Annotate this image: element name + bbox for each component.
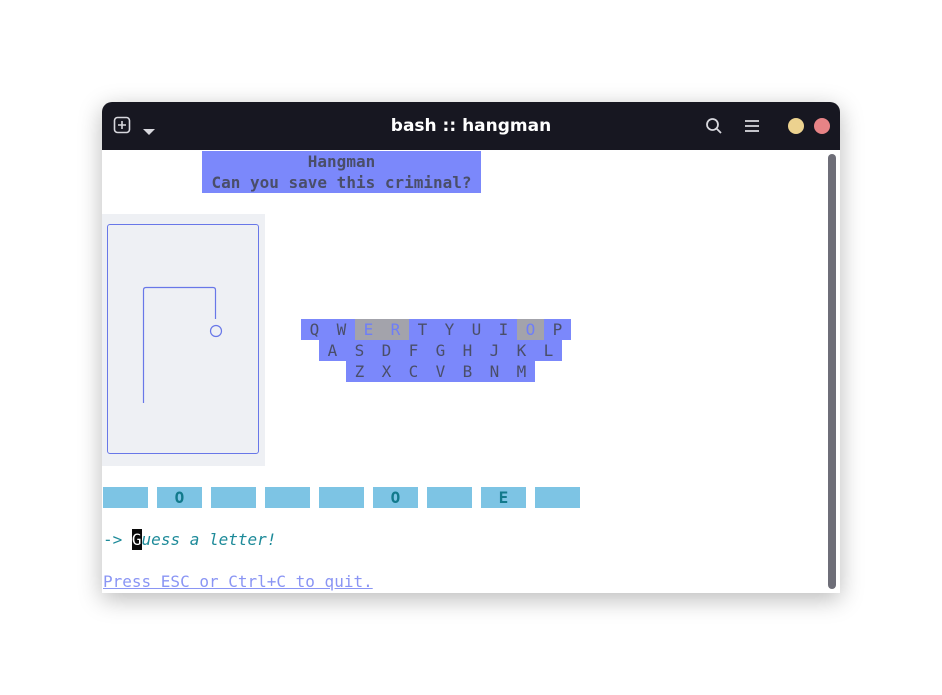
text-cursor: G — [131, 529, 142, 550]
letter-slot — [211, 487, 256, 508]
key-t[interactable]: T — [409, 319, 436, 340]
key-a[interactable]: A — [319, 340, 346, 361]
letter-slot — [103, 487, 148, 508]
terminal-content[interactable]: Hangman Can you save this criminal? QWER… — [102, 150, 824, 593]
prompt-message: uess a letter! — [141, 530, 277, 549]
scrollbar[interactable] — [824, 150, 840, 593]
prompt-arrow: -> — [103, 530, 123, 549]
key-q[interactable]: Q — [301, 319, 328, 340]
key-g[interactable]: G — [427, 340, 454, 361]
key-z[interactable]: Z — [346, 361, 373, 382]
key-h[interactable]: H — [454, 340, 481, 361]
key-n[interactable]: N — [481, 361, 508, 382]
letter-slot — [319, 487, 364, 508]
key-x[interactable]: X — [373, 361, 400, 382]
guess-prompt[interactable]: -> Guess a letter! — [103, 529, 276, 550]
key-s[interactable]: S — [346, 340, 373, 361]
game-header: Hangman Can you save this criminal? — [202, 151, 481, 193]
letter-slot: E — [481, 487, 526, 508]
key-u[interactable]: U — [463, 319, 490, 340]
key-d[interactable]: D — [373, 340, 400, 361]
key-j[interactable]: J — [481, 340, 508, 361]
quit-hint: Press ESC or Ctrl+C to quit. — [103, 572, 373, 591]
gallows-drawing — [142, 286, 223, 403]
key-v[interactable]: V — [427, 361, 454, 382]
minimize-button[interactable] — [788, 118, 804, 134]
search-icon[interactable] — [705, 117, 723, 139]
keyboard-row: QWERTYUIOP — [301, 319, 571, 340]
key-i[interactable]: I — [490, 319, 517, 340]
key-m[interactable]: M — [508, 361, 535, 382]
game-title: Hangman — [307, 152, 376, 171]
key-p[interactable]: P — [544, 319, 571, 340]
game-subtitle: Can you save this criminal? — [211, 173, 472, 192]
keyboard-row: ZXCVBNM — [346, 361, 535, 382]
key-l[interactable]: L — [535, 340, 562, 361]
letter-slot: O — [157, 487, 202, 508]
key-w[interactable]: W — [328, 319, 355, 340]
letter-slot — [535, 487, 580, 508]
hangman-head — [209, 324, 223, 338]
key-b[interactable]: B — [454, 361, 481, 382]
key-k[interactable]: K — [508, 340, 535, 361]
hamburger-menu-icon[interactable] — [744, 118, 760, 138]
key-c[interactable]: C — [400, 361, 427, 382]
key-r[interactable]: R — [382, 319, 409, 340]
scrollbar-thumb[interactable] — [828, 154, 836, 589]
key-f[interactable]: F — [400, 340, 427, 361]
key-e[interactable]: E — [355, 319, 382, 340]
letter-slot — [265, 487, 310, 508]
window-title: bash :: hangman — [390, 116, 552, 136]
gallows-rope — [142, 286, 217, 403]
key-o[interactable]: O — [517, 319, 544, 340]
letter-slot: O — [373, 487, 418, 508]
terminal-window: bash :: hangman Hangman Can you save thi… — [102, 102, 840, 593]
close-button[interactable] — [814, 118, 830, 134]
keyboard-row: ASDFGHJKL — [319, 340, 562, 361]
key-y[interactable]: Y — [436, 319, 463, 340]
titlebar: bash :: hangman — [102, 102, 840, 150]
gallows-panel — [102, 214, 265, 466]
letter-slot — [427, 487, 472, 508]
